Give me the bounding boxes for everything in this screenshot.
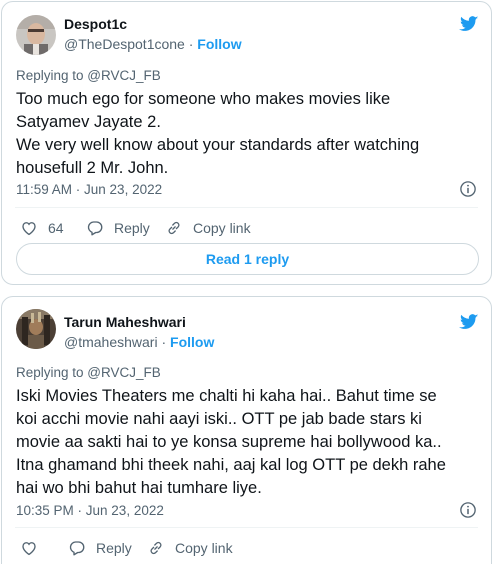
like-button[interactable] [20, 539, 48, 557]
like-button[interactable]: 64 [20, 219, 64, 237]
tweet-text-line: housefull 2 Mr. John. [16, 159, 169, 177]
link-icon [150, 541, 162, 555]
tweet-text-line: Iski Movies Theaters me chalti hi kaha h… [16, 387, 437, 405]
reply-bubble-icon [69, 541, 85, 556]
follow-link[interactable]: Follow [170, 334, 214, 350]
twitter-bird-icon[interactable] [458, 312, 480, 331]
author-name[interactable]: Despot1c [64, 16, 127, 32]
reply-button[interactable]: Reply [68, 539, 132, 557]
separator: · [184, 36, 198, 52]
follow-link[interactable]: Follow [197, 36, 241, 52]
reply-bubble-icon [87, 221, 103, 236]
author-handle[interactable]: @tmaheshwari [64, 334, 158, 350]
tweet-text-line: Satyamev Jayate 2. [16, 113, 161, 131]
tweet-text-line: hai wo bhi bahut hai tumhare liye. [16, 479, 262, 497]
tweet-text-line: movie aa sakti hai to ye konsa supreme h… [16, 433, 442, 451]
copy-link-label: Copy link [175, 540, 233, 556]
tweet-card-1: Despot1c @TheDespot1cone · Follow Replyi… [1, 1, 492, 285]
copy-link-button[interactable]: Copy link [147, 539, 233, 557]
replying-to: Replying to @RVCJ_FB [16, 365, 161, 380]
tweet-text-line: We very well know about your standards a… [16, 136, 420, 154]
heart-icon [22, 542, 36, 556]
copy-link-label: Copy link [193, 220, 251, 236]
avatar[interactable] [16, 15, 56, 55]
twitter-bird-icon[interactable] [458, 14, 480, 33]
author-handle[interactable]: @TheDespot1cone [64, 36, 185, 52]
divider [15, 207, 478, 208]
reply-label: Reply [96, 540, 132, 556]
tweet-text-line: Too much ego for someone who makes movie… [16, 90, 391, 108]
separator: · [157, 334, 171, 350]
reply-label: Reply [114, 220, 150, 236]
info-icon[interactable] [459, 180, 477, 198]
timestamp[interactable]: 10:35 PM · Jun 23, 2022 [16, 503, 164, 518]
divider [15, 527, 478, 528]
tweet-text-line: koi acchi movie nahi aayi iski.. OTT pe … [16, 410, 422, 428]
tweet-card-2: Tarun Maheshwari @tmaheshwari · Follow R… [1, 296, 492, 564]
copy-link-button[interactable]: Copy link [165, 219, 251, 237]
author-name[interactable]: Tarun Maheshwari [64, 314, 186, 330]
tweet-text-line: Itna ghamand bhi theek nahi, aaj kal log… [16, 456, 446, 474]
info-icon[interactable] [459, 501, 477, 519]
heart-icon [22, 222, 36, 236]
link-icon [168, 221, 180, 235]
read-reply-button[interactable]: Read 1 reply [16, 243, 479, 275]
reply-button[interactable]: Reply [86, 219, 150, 237]
replying-to: Replying to @RVCJ_FB [16, 68, 161, 83]
like-count: 64 [48, 220, 64, 236]
handle-line: @tmaheshwari · Follow [64, 334, 214, 350]
tweet-text: Iski Movies Theaters me chalti hi kaha h… [16, 385, 486, 500]
avatar[interactable] [16, 309, 56, 349]
tweet-text: Too much ego for someone who makes movie… [16, 88, 481, 180]
handle-line: @TheDespot1cone · Follow [64, 36, 242, 52]
timestamp[interactable]: 11:59 AM · Jun 23, 2022 [16, 182, 162, 197]
